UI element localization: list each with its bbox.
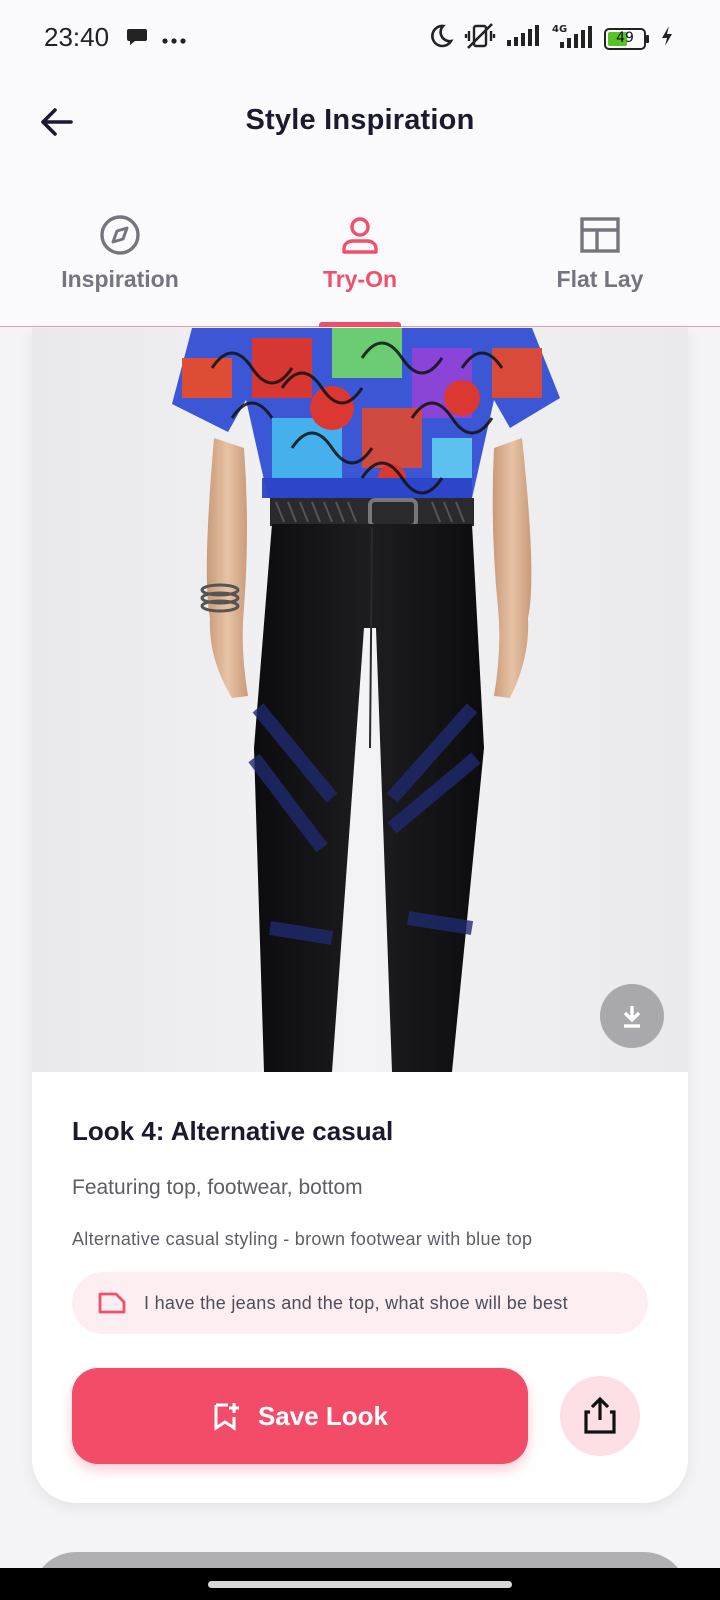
tab-bar: Inspiration Try-On Flat Lay xyxy=(0,178,720,327)
tab-try-on[interactable]: Try-On xyxy=(240,178,480,327)
active-tab-indicator xyxy=(319,322,401,327)
layout-icon xyxy=(580,217,620,253)
signal-icon xyxy=(506,25,540,52)
look-description: Alternative casual styling - brown footw… xyxy=(72,1229,533,1249)
prompt-box: I have the jeans and the top, what shoe … xyxy=(72,1272,648,1334)
tab-inspiration[interactable]: Inspiration xyxy=(0,178,240,326)
bookmark-add-icon xyxy=(214,1403,239,1431)
battery-icon: 49 xyxy=(604,27,650,50)
tab-label: Try-On xyxy=(322,266,398,292)
svg-text:4G: 4G xyxy=(552,24,567,35)
download-button[interactable] xyxy=(600,984,664,1048)
share-icon xyxy=(584,1396,616,1434)
share-button[interactable] xyxy=(560,1376,640,1456)
more-dots-icon xyxy=(162,31,186,49)
page-title: Style Inspiration xyxy=(245,104,475,136)
look-title: Look 4: Alternative casual xyxy=(72,1116,394,1146)
compass-icon xyxy=(100,215,140,255)
download-icon xyxy=(623,1006,641,1028)
app-header: Style Inspiration xyxy=(0,78,720,178)
save-look-button[interactable]: Save Look xyxy=(72,1368,528,1464)
save-look-label: Save Look xyxy=(257,1400,389,1431)
vibrate-off-icon xyxy=(464,22,496,55)
tab-label: Inspiration xyxy=(61,266,179,292)
note-icon xyxy=(98,1292,126,1314)
chat-bubble-icon xyxy=(126,27,148,52)
tab-label: Flat Lay xyxy=(556,266,644,292)
try-on-photo xyxy=(32,328,688,1072)
mannequin-outfit-image xyxy=(172,328,560,1072)
prompt-text: I have the jeans and the top, what shoe … xyxy=(144,1292,568,1313)
tab-flat-lay[interactable]: Flat Lay xyxy=(480,178,720,326)
charging-icon xyxy=(660,25,674,52)
look-featuring: Featuring top, footwear, bottom xyxy=(72,1176,363,1199)
status-bar: 23:40 4G 49 xyxy=(0,0,720,78)
person-icon xyxy=(342,217,378,254)
status-time: 23:40 xyxy=(44,22,110,52)
signal-4g-icon: 4G xyxy=(550,23,594,54)
battery-level: 49 xyxy=(616,29,634,46)
moon-icon xyxy=(428,23,454,54)
look-card: Look 4: Alternative casual Featuring top… xyxy=(32,328,688,1503)
gesture-handle[interactable] xyxy=(208,1581,512,1588)
